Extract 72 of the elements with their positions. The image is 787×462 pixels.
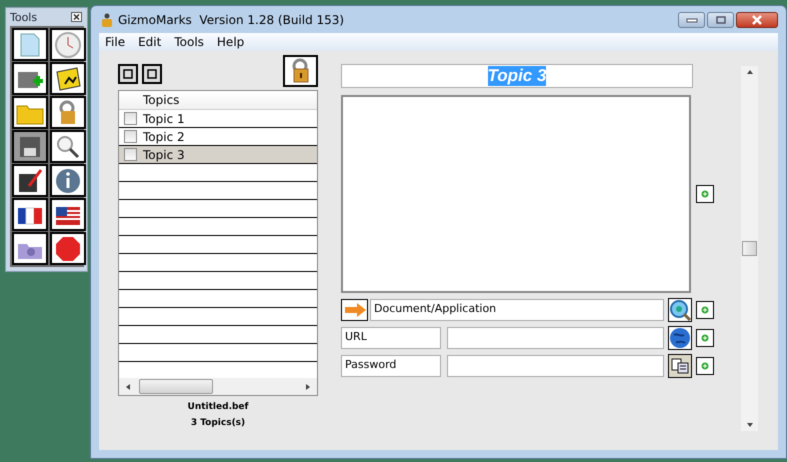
scroll-thumb[interactable]: [742, 241, 757, 256]
search-icon: [669, 299, 691, 321]
window-title: GizmoMarks Version 1.28 (Build 153): [118, 12, 344, 26]
vertical-scrollbar[interactable]: [741, 66, 758, 431]
arrow-button[interactable]: [341, 299, 368, 321]
close-button[interactable]: [736, 12, 778, 28]
tool-button[interactable]: [12, 232, 48, 265]
tool-button[interactable]: [50, 232, 86, 265]
palette-title: Tools: [10, 10, 38, 24]
browse-button[interactable]: [668, 298, 692, 322]
square-icon: [147, 68, 157, 78]
tool-button[interactable]: [50, 130, 86, 163]
tool-button[interactable]: [50, 164, 86, 197]
left-arrow-icon[interactable]: [125, 382, 131, 390]
down-arrow-icon[interactable]: [746, 422, 754, 428]
menu-item[interactable]: Edit: [138, 35, 162, 49]
globe-icon: [669, 327, 691, 349]
tool-button[interactable]: [12, 28, 48, 61]
plus-icon: [701, 306, 709, 314]
add-button[interactable]: [696, 357, 714, 375]
tool-button[interactable]: [50, 198, 86, 231]
notes-field[interactable]: [341, 95, 691, 293]
app-icon: [101, 12, 113, 26]
maximize-button[interactable]: [707, 12, 734, 28]
square-button[interactable]: [118, 64, 138, 84]
arrow-icon: [344, 303, 366, 317]
plus-icon: [701, 334, 709, 342]
menu-item[interactable]: Help: [216, 35, 244, 49]
close-icon: [751, 14, 763, 24]
lock-button[interactable]: [283, 54, 318, 86]
globe-button[interactable]: [668, 326, 692, 350]
minimize-button[interactable]: [678, 12, 705, 28]
password-label-field[interactable]: Password: [341, 355, 441, 377]
maximize-icon: [716, 16, 726, 24]
close-icon[interactable]: [71, 12, 82, 22]
copy-icon: [671, 358, 689, 374]
topic-count: 3 Topics(s): [190, 418, 246, 428]
plus-icon: [701, 190, 709, 198]
column-header[interactable]: Topics: [143, 93, 180, 107]
horizontal-scrollbar[interactable]: [119, 378, 317, 395]
copy-button[interactable]: [668, 354, 692, 378]
checkbox[interactable]: [124, 112, 137, 125]
tool-button[interactable]: [12, 198, 48, 231]
up-arrow-icon[interactable]: [746, 69, 754, 75]
tool-button[interactable]: [12, 62, 48, 95]
topic-row[interactable]: Topic 3: [119, 146, 317, 164]
tool-button[interactable]: [12, 130, 48, 163]
plus-icon: [701, 362, 709, 370]
minimize-icon: [686, 16, 698, 22]
square-icon: [123, 68, 133, 78]
square-button[interactable]: [142, 64, 162, 84]
add-button[interactable]: [696, 301, 714, 319]
tool-button[interactable]: [50, 28, 86, 61]
checkbox[interactable]: [124, 130, 137, 143]
add-button[interactable]: [696, 329, 714, 347]
topic-row[interactable]: Topic 1: [119, 110, 317, 128]
menu-item[interactable]: File: [105, 35, 126, 49]
file-name: Untitled.bef: [188, 402, 248, 412]
add-button[interactable]: [696, 185, 714, 203]
menu-item[interactable]: Tools: [174, 35, 204, 49]
clock-icon: [53, 30, 83, 60]
url-field[interactable]: [447, 327, 664, 349]
right-arrow-icon[interactable]: [305, 382, 311, 390]
url-label-field[interactable]: URL: [341, 327, 441, 349]
tool-button[interactable]: [50, 96, 86, 129]
checkbox[interactable]: [124, 148, 137, 161]
document-field[interactable]: Document/Application: [370, 299, 664, 321]
password-field[interactable]: [447, 355, 664, 377]
scroll-thumb[interactable]: [139, 379, 213, 394]
tool-button[interactable]: [12, 164, 48, 197]
tool-button[interactable]: [50, 62, 86, 95]
tool-button[interactable]: [12, 96, 48, 129]
